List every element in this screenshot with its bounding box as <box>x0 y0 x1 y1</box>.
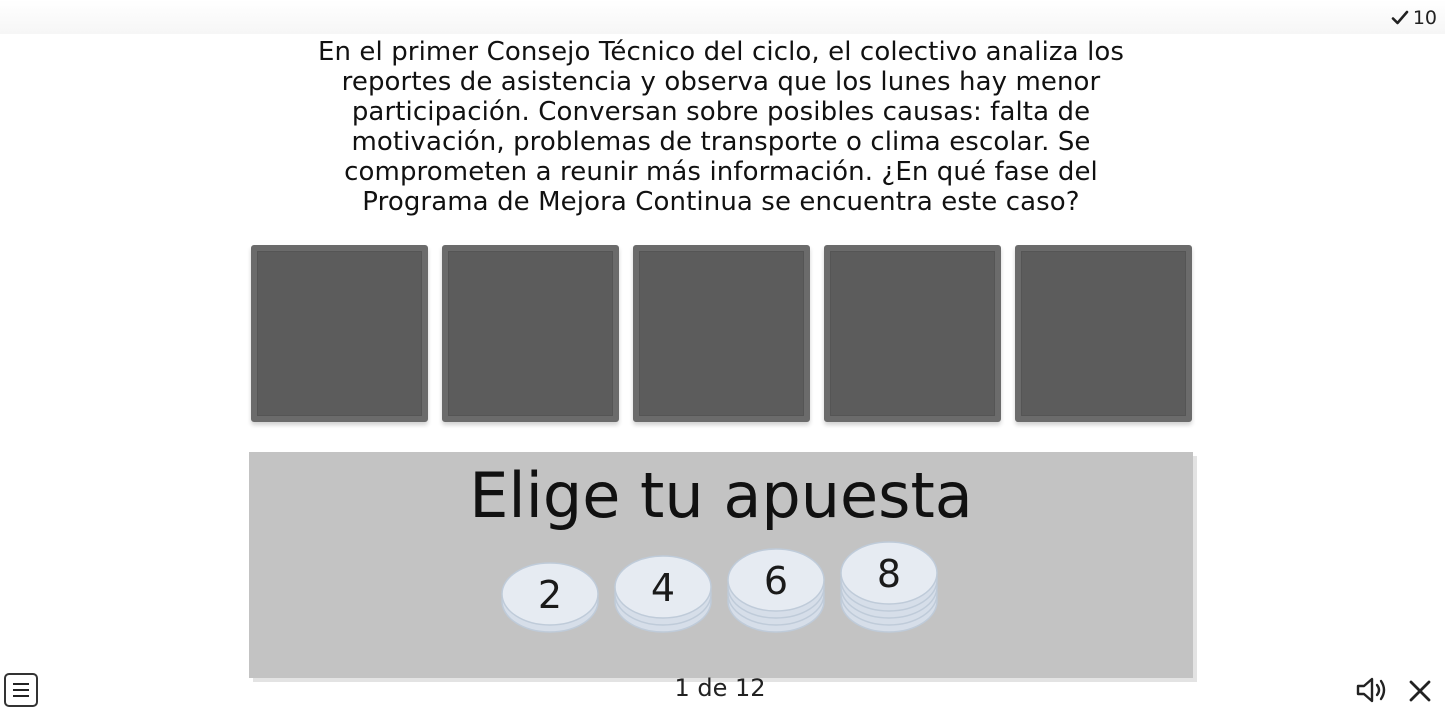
menu-icon-line <box>13 689 29 691</box>
menu-button[interactable] <box>4 673 38 707</box>
menu-icon-line <box>13 695 29 697</box>
bet-chip-8[interactable]: 8 <box>840 530 938 634</box>
bet-chip-6[interactable]: 6 <box>727 530 825 634</box>
bet-title: Elige tu apuesta <box>469 459 973 532</box>
menu-icon-line <box>13 683 29 685</box>
chip-value-label: 8 <box>876 552 902 596</box>
card-row <box>251 245 1192 422</box>
hidden-card <box>824 245 1001 422</box>
score-indicator: 10 <box>1391 7 1437 29</box>
page-indicator: 1 de 12 <box>674 674 766 702</box>
hidden-card <box>251 245 428 422</box>
chip-value-label: 6 <box>763 559 789 603</box>
bet-chip-2[interactable]: 2 <box>501 530 599 634</box>
bet-chip-4[interactable]: 4 <box>614 530 712 634</box>
checkmark-icon <box>1391 10 1409 25</box>
chip-value-label: 2 <box>537 573 563 617</box>
top-bar: 10 <box>0 0 1445 34</box>
hidden-card <box>1015 245 1192 422</box>
hidden-card <box>633 245 810 422</box>
speaker-icon[interactable] <box>1355 675 1389 705</box>
bet-chip-group: 2 4 6 8 <box>501 530 941 640</box>
score-value: 10 <box>1412 7 1437 29</box>
question-text: En el primer Consejo Técnico del ciclo, … <box>317 37 1125 217</box>
bet-panel: Elige tu apuesta 2 4 6 8 <box>249 452 1193 678</box>
hidden-card <box>442 245 619 422</box>
close-icon[interactable] <box>1406 677 1434 705</box>
chip-value-label: 4 <box>650 566 676 610</box>
